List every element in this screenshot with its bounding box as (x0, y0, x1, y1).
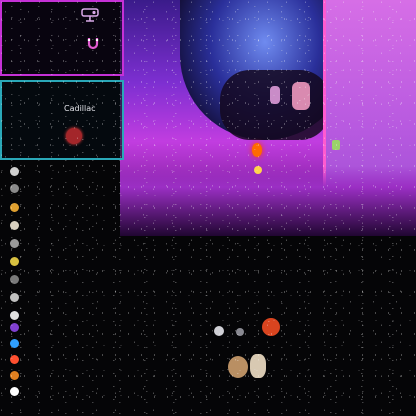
chat-row[interactable] (0, 183, 80, 195)
avatar (10, 221, 19, 230)
stream-video[interactable] (120, 0, 416, 236)
chat-row[interactable] (0, 370, 80, 382)
avatar (10, 355, 19, 364)
face-left (270, 86, 280, 104)
shadow-shape (220, 70, 330, 140)
avatar (10, 323, 19, 332)
yellow-light (254, 166, 262, 174)
overlay-panel-middle (0, 80, 124, 160)
avatar (10, 239, 19, 248)
chat-row[interactable] (0, 338, 80, 350)
control-dot[interactable] (236, 328, 244, 336)
chat-row[interactable] (0, 386, 80, 398)
magnet-icon (87, 38, 99, 50)
security-camera-icon (81, 8, 99, 22)
avatar (10, 184, 19, 193)
avatar (10, 275, 19, 284)
chat-row[interactable] (0, 354, 80, 366)
face-right (292, 82, 310, 110)
avatar (10, 387, 19, 396)
chat-row[interactable] (0, 238, 80, 250)
chat-row[interactable] (0, 166, 80, 178)
record-icon (66, 128, 82, 144)
avatar[interactable] (228, 356, 248, 378)
orange-badge-icon[interactable] (262, 318, 280, 336)
chat-row[interactable] (0, 310, 80, 322)
avatar (10, 311, 19, 320)
avatar (10, 293, 19, 302)
chat-row[interactable] (0, 220, 80, 232)
avatar (10, 371, 19, 380)
avatar (10, 203, 19, 212)
orange-light (252, 143, 262, 157)
chat-row[interactable] (0, 274, 80, 286)
chat-row[interactable] (0, 202, 80, 214)
overlay-panel-top (0, 0, 124, 76)
avatar[interactable] (250, 354, 266, 378)
overlay-caption: Cadillac (64, 104, 96, 113)
green-chip (332, 140, 340, 150)
avatar (10, 257, 19, 266)
control-dot[interactable] (214, 326, 224, 336)
chat-row[interactable] (0, 322, 80, 334)
floor-glow (120, 166, 416, 236)
chat-row[interactable] (0, 292, 80, 304)
avatar (10, 167, 19, 176)
avatar (10, 339, 19, 348)
chat-row[interactable] (0, 256, 80, 268)
